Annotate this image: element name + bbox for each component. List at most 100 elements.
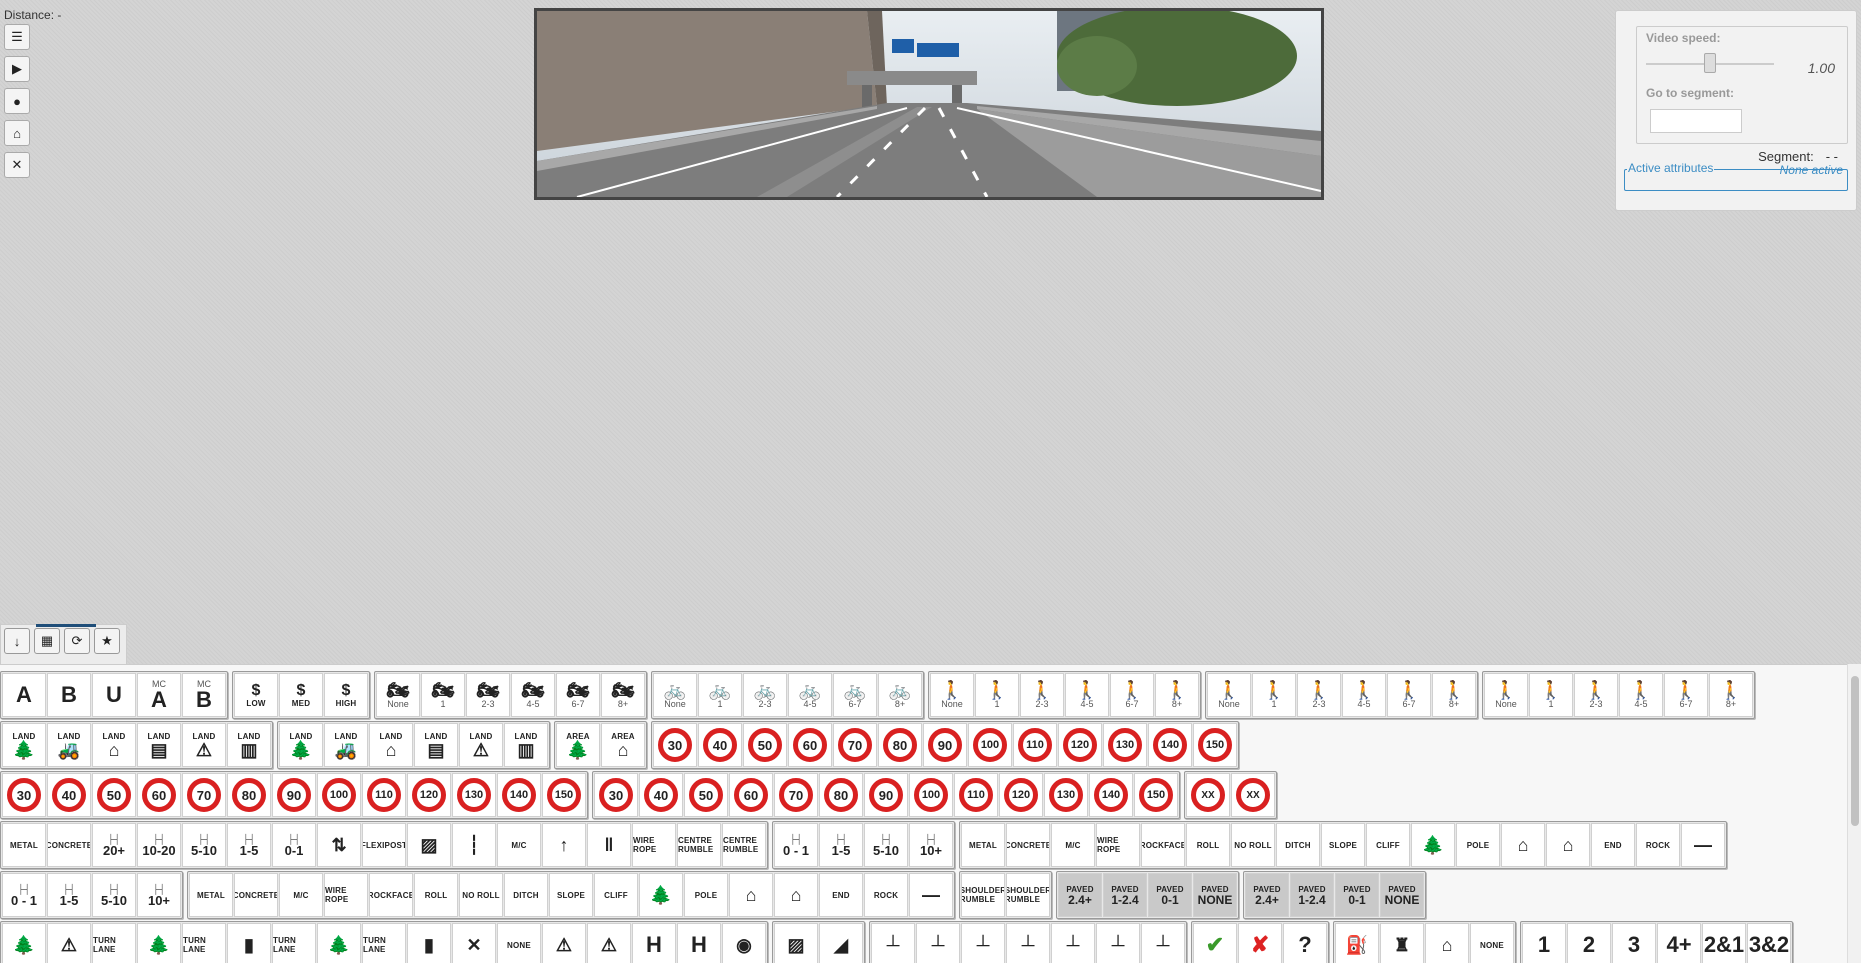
- motorcycle-1-button[interactable]: 🏍 1: [421, 673, 465, 717]
- pedestrian-along-8-button[interactable]: 🚶 8+: [1432, 673, 1476, 717]
- turn-lane-button[interactable]: TURN LANE: [362, 923, 406, 963]
- speed-40-button[interactable]: 40: [698, 723, 742, 767]
- pedestrian-walking-2-3-button[interactable]: 🚶 2-3: [1574, 673, 1618, 717]
- wire-rope-button[interactable]: WIRE ROPE: [632, 823, 676, 867]
- pole-button[interactable]: POLE: [1456, 823, 1500, 867]
- speed-30-button[interactable]: 30: [2, 773, 46, 817]
- tree-blank-button[interactable]: 🌲: [137, 923, 181, 963]
- concrete-button[interactable]: CONCRETE: [47, 823, 91, 867]
- paved-2-4-button[interactable]: PAVED 2.4+: [1058, 873, 1102, 917]
- bicycle-4-5-button[interactable]: 🚲 4-5: [788, 673, 832, 717]
- land-building-button[interactable]: LAND ▤: [137, 723, 181, 767]
- speed-110-button[interactable]: 110: [362, 773, 406, 817]
- tree-blank-button[interactable]: 🌲: [1411, 823, 1455, 867]
- pedestrian-along-none-button[interactable]: 🚶 None: [1207, 673, 1251, 717]
- speed-70-button[interactable]: 70: [833, 723, 877, 767]
- option-u-button[interactable]: U: [92, 673, 136, 717]
- option-blank-button[interactable]: ?: [1283, 923, 1327, 963]
- speed-80-button[interactable]: 80: [227, 773, 271, 817]
- rock-button[interactable]: ROCK: [1636, 823, 1680, 867]
- speed-100-button[interactable]: 100: [317, 773, 361, 817]
- speed-50-button[interactable]: 50: [684, 773, 728, 817]
- shoulder-rumble-button[interactable]: SHOULDER RUMBLE: [1006, 873, 1050, 917]
- distance-1-5-button[interactable]: ├┤ 1-5: [819, 823, 863, 867]
- pedestrian-walking-1-button[interactable]: 🚶 1: [1529, 673, 1573, 717]
- home-icon[interactable]: ⌂: [4, 120, 30, 146]
- speed-80-button[interactable]: 80: [819, 773, 863, 817]
- land-tractor-button[interactable]: LAND 🚜: [47, 723, 91, 767]
- motorcycle-2-3-button[interactable]: 🏍 2-3: [466, 673, 510, 717]
- star-icon[interactable]: ★: [94, 628, 120, 654]
- metal-button[interactable]: METAL: [189, 873, 233, 917]
- paved-1-2-4-button[interactable]: PAVED 1-2.4: [1290, 873, 1334, 917]
- option-3-2-button[interactable]: 3&2: [1747, 923, 1791, 963]
- option-mc-a-button[interactable]: MC A: [137, 673, 181, 717]
- concrete-button[interactable]: CONCRETE: [234, 873, 278, 917]
- video-frame[interactable]: [534, 8, 1324, 200]
- slope-button[interactable]: SLOPE: [1321, 823, 1365, 867]
- motorcycle-6-7-button[interactable]: 🏍 6-7: [556, 673, 600, 717]
- video-speed-thumb[interactable]: [1704, 53, 1716, 73]
- pedestrian-crossing-6-7-button[interactable]: 🚶 6-7: [1110, 673, 1154, 717]
- wire-rope-button[interactable]: WIRE ROPE: [324, 873, 368, 917]
- cost-high-button[interactable]: $ HIGH: [324, 673, 368, 717]
- ditch-button[interactable]: DITCH: [1276, 823, 1320, 867]
- cross-blank-button[interactable]: ✕: [452, 923, 496, 963]
- speed-90-button[interactable]: 90: [864, 773, 908, 817]
- turn-lane-button[interactable]: TURN LANE: [92, 923, 136, 963]
- speed-100-button[interactable]: 100: [968, 723, 1012, 767]
- fuel-blank-button[interactable]: ⛽: [1335, 923, 1379, 963]
- pedestrian-walking-none-button[interactable]: 🚶 None: [1484, 673, 1528, 717]
- cost-low-button[interactable]: $ LOW: [234, 673, 278, 717]
- turn-lane-button[interactable]: TURN LANE: [182, 923, 226, 963]
- cliff-button[interactable]: CLIFF: [594, 873, 638, 917]
- grid-icon[interactable]: ▦: [34, 628, 60, 654]
- shuffle-icon[interactable]: ✕: [4, 152, 30, 178]
- pedestrian-crossing-2-3-button[interactable]: 🚶 2-3: [1020, 673, 1064, 717]
- none-button[interactable]: NONE: [497, 923, 541, 963]
- arrow-up-blank-button[interactable]: ↑: [542, 823, 586, 867]
- m-c-button[interactable]: M/C: [279, 873, 323, 917]
- speed-110-button[interactable]: 110: [954, 773, 998, 817]
- cost-med-button[interactable]: $ MED: [279, 673, 323, 717]
- speed-50-button[interactable]: 50: [743, 723, 787, 767]
- ramp-blank-button[interactable]: ◢: [819, 923, 863, 963]
- sign-blank-button[interactable]: ┴: [1141, 923, 1185, 963]
- speed-90-button[interactable]: 90: [923, 723, 967, 767]
- warning-blank-button[interactable]: ⚠: [47, 923, 91, 963]
- shoulder-rumble-button[interactable]: SHOULDER RUMBLE: [961, 873, 1005, 917]
- bicycle-8-button[interactable]: 🚲 8+: [878, 673, 922, 717]
- speed-100-button[interactable]: 100: [909, 773, 953, 817]
- distance-0-1-button[interactable]: ├┤ 0 - 1: [2, 873, 46, 917]
- sign-blank-button[interactable]: ┴: [1096, 923, 1140, 963]
- speed-80-button[interactable]: 80: [878, 723, 922, 767]
- video-camera-icon[interactable]: ▶: [4, 56, 30, 82]
- circle-blank-button[interactable]: ◉: [722, 923, 766, 963]
- house-outline-blank-button[interactable]: ⌂: [1546, 823, 1590, 867]
- tray-scrollbar[interactable]: [1847, 664, 1861, 963]
- area-tree-button[interactable]: AREA 🌲: [556, 723, 600, 767]
- land-school-warning-button[interactable]: LAND ⚠: [459, 723, 503, 767]
- end-button[interactable]: END: [819, 873, 863, 917]
- speed-30-button[interactable]: 30: [653, 723, 697, 767]
- distance-10-20-button[interactable]: ├┤ 10-20: [137, 823, 181, 867]
- map-pin-icon[interactable]: ●: [4, 88, 30, 114]
- ditch-button[interactable]: DITCH: [504, 873, 548, 917]
- paved-none-button[interactable]: PAVED NONE: [1380, 873, 1424, 917]
- sign-blank-button[interactable]: ┴: [961, 923, 1005, 963]
- centre-rumble-button[interactable]: CENTRE RUMBLE: [722, 823, 766, 867]
- option-2-button[interactable]: 2: [1567, 923, 1611, 963]
- distance-5-10-button[interactable]: ├┤ 5-10: [92, 873, 136, 917]
- speed-60-button[interactable]: 60: [729, 773, 773, 817]
- line-blank-button[interactable]: —: [1681, 823, 1725, 867]
- motorcycle-8-button[interactable]: 🏍 8+: [601, 673, 645, 717]
- metal-button[interactable]: METAL: [2, 823, 46, 867]
- option-a-button[interactable]: A: [2, 673, 46, 717]
- option-1-button[interactable]: 1: [1522, 923, 1566, 963]
- speed-120-button[interactable]: 120: [1058, 723, 1102, 767]
- warning-blank-button[interactable]: ⚠: [542, 923, 586, 963]
- speed-150-button[interactable]: 150: [542, 773, 586, 817]
- pedestrian-crossing-1-button[interactable]: 🚶 1: [975, 673, 1019, 717]
- speed-130-button[interactable]: 130: [1103, 723, 1147, 767]
- distance-20-button[interactable]: ├┤ 20+: [92, 823, 136, 867]
